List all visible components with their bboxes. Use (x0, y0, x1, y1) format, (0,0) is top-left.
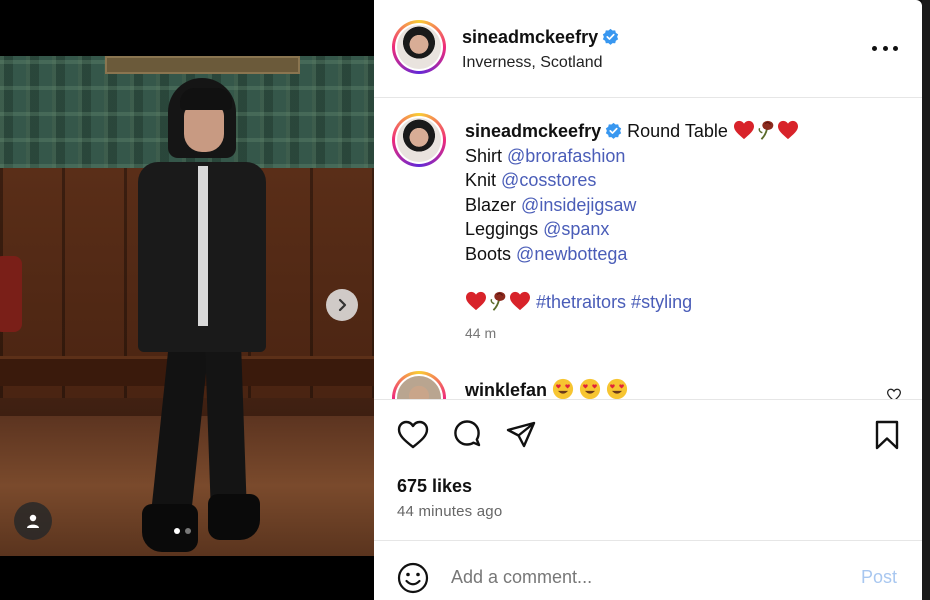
post-header: sineadmckeefry Inverness, Scotland (374, 0, 922, 98)
caption-line-label: Leggings (465, 219, 539, 239)
carousel-dot-2 (185, 528, 191, 534)
woman-figure (90, 74, 280, 554)
caption-line-label: Shirt (465, 145, 503, 166)
comment-bubble-icon[interactable] (450, 418, 484, 452)
red-heart-icon (466, 291, 486, 311)
post-details-panel: sineadmckeefry Inverness, Scotland sinea… (374, 0, 922, 600)
post-comment-button[interactable]: Post (861, 567, 897, 588)
red-cushion (0, 256, 22, 332)
page-edge (922, 0, 930, 600)
emoji-picker-icon[interactable] (396, 561, 430, 595)
comments-section: sineadmckeefry Round Table Shirt @broraf… (374, 99, 922, 399)
bookmark-icon[interactable] (870, 418, 904, 452)
user-icon (27, 514, 39, 528)
red-heart-icon (777, 120, 798, 140)
comment-item: winklefan (465, 378, 628, 399)
avatar-ring (395, 23, 443, 71)
carousel-dots (174, 528, 191, 534)
wilted-rose-icon (490, 291, 506, 311)
verified-badge-icon (602, 28, 619, 45)
hashtag-links[interactable]: #thetraitors #styling (536, 292, 692, 312)
heart-eyes-icon (552, 378, 574, 399)
mention-link[interactable]: @insidejigsaw (521, 195, 636, 215)
like-comment-icon[interactable] (886, 388, 902, 399)
caption-line: Leggings @spanx (465, 217, 905, 242)
wall-picture-frame (105, 56, 300, 74)
mention-link[interactable]: @brorafashion (507, 146, 625, 166)
caption-line-label: Boots (465, 243, 512, 264)
caption-username[interactable]: sineadmckeefry (465, 121, 601, 141)
post-photo (0, 56, 374, 556)
face (184, 104, 224, 152)
more-options-button[interactable] (872, 36, 898, 60)
tagged-users-button[interactable] (14, 502, 52, 540)
mention-link[interactable]: @cosstores (501, 170, 596, 190)
heart-eyes-icon (606, 378, 628, 399)
commenter-avatar[interactable] (392, 371, 446, 399)
more-dot (882, 45, 888, 51)
heart-eyes-icon (579, 378, 601, 399)
red-heart-icon (510, 291, 530, 311)
avatar-ring (395, 374, 443, 399)
caption-line: Shirt @brorafashion (465, 144, 905, 169)
add-comment-bar: Post (374, 540, 922, 600)
verified-badge-icon (605, 122, 622, 139)
caption-line-label: Blazer (465, 194, 517, 215)
caption-line: Boots @newbottega (465, 242, 905, 267)
author-username-text[interactable]: sineadmckeefry (462, 27, 598, 47)
red-heart-icon (733, 120, 754, 140)
post-location[interactable]: Inverness, Scotland (462, 54, 603, 72)
caption-line: Knit @cosstores (465, 168, 905, 193)
caption-first-line: sineadmckeefry Round Table (465, 119, 905, 144)
avatar-ring (395, 116, 443, 164)
mention-link[interactable]: @spanx (543, 219, 609, 239)
post-time-ago: 44 minutes ago (397, 503, 503, 520)
boot-right (208, 494, 260, 540)
post-caption: sineadmckeefry Round Table Shirt @broraf… (465, 119, 905, 315)
avatar-image (397, 118, 441, 162)
mention-link[interactable]: @newbottega (516, 244, 627, 264)
caption-title: Round Table (627, 121, 728, 141)
share-send-icon[interactable] (504, 418, 538, 452)
comment-input[interactable] (451, 563, 831, 591)
caption-avatar[interactable] (392, 113, 446, 167)
leg-right (205, 343, 247, 515)
caption-line-label: Knit (465, 170, 497, 190)
likes-count[interactable]: 675 likes (397, 476, 472, 497)
chevron-right-icon (338, 298, 347, 312)
more-dot (872, 45, 877, 51)
commenter-username[interactable]: winklefan (465, 380, 547, 399)
like-heart-icon[interactable] (396, 418, 430, 452)
post-actions: 675 likes 44 minutes ago (374, 399, 922, 539)
fringe (180, 88, 232, 110)
post-media (0, 0, 374, 600)
post-modal: sineadmckeefry Inverness, Scotland sinea… (0, 0, 930, 600)
carousel-dot-1 (174, 528, 180, 534)
caption-line: Blazer @insidejigsaw (465, 193, 905, 218)
wilted-rose-icon (758, 120, 774, 140)
carousel-next-button[interactable] (326, 289, 358, 321)
caption-timestamp: 44 m (465, 325, 497, 341)
avatar-image (397, 25, 441, 69)
caption-hashtag-line: #thetraitors #styling (465, 290, 905, 315)
author-avatar[interactable] (392, 20, 446, 74)
author-username[interactable]: sineadmckeefry (462, 27, 619, 48)
shirt (198, 166, 208, 326)
avatar-image (397, 376, 441, 399)
leg-left (151, 342, 209, 516)
more-dot (893, 45, 898, 51)
